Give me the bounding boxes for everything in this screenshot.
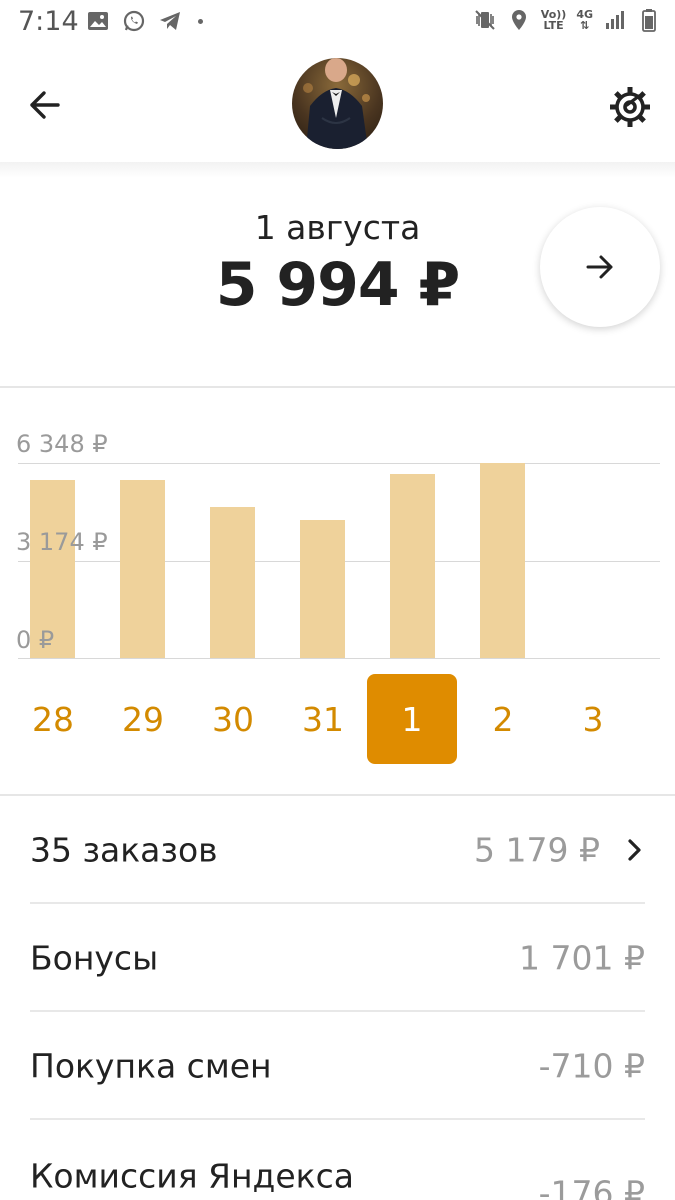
grid-line — [18, 658, 660, 659]
row-divider — [30, 1010, 645, 1012]
avatar[interactable] — [292, 58, 383, 149]
chart-bar[interactable] — [210, 507, 255, 658]
system-icons: Vo)) LTE 4G ⇅ — [473, 8, 661, 32]
day-3[interactable]: 3 — [548, 674, 638, 764]
chevron-right-icon — [628, 839, 641, 861]
next-day-button[interactable] — [540, 207, 660, 327]
4g-icon: 4G ⇅ — [576, 8, 593, 32]
chart-divider — [0, 794, 675, 796]
summary-divider — [0, 386, 675, 388]
day-selector: 28 29 30 31 1 2 3 — [0, 674, 675, 764]
row-value: 5 179 ₽ — [474, 830, 600, 870]
chart-bar[interactable] — [300, 520, 345, 658]
header-shadow — [0, 162, 675, 178]
dot-icon — [198, 18, 203, 24]
status-bar: 7:14 Vo)) LTE 4G ⇅ — [0, 0, 675, 44]
day-31[interactable]: 31 — [278, 674, 368, 764]
yandex-commission-row: Комиссия Яндекса -176 ₽ — [30, 1121, 645, 1200]
arrow-right-icon — [586, 255, 613, 279]
location-icon — [511, 10, 526, 30]
grid-line — [18, 463, 660, 464]
chart-bar[interactable] — [390, 474, 435, 658]
day-30[interactable]: 30 — [188, 674, 278, 764]
row-value: 1 701 ₽ — [519, 938, 645, 978]
row-value: -176 ₽ — [538, 1173, 645, 1200]
arrow-left-icon[interactable] — [22, 82, 68, 128]
orders-row[interactable]: 35 заказов 5 179 ₽ — [30, 797, 645, 903]
notification-icons — [86, 9, 203, 33]
row-divider — [30, 902, 645, 904]
battery-icon — [642, 9, 656, 32]
day-29[interactable]: 29 — [98, 674, 188, 764]
day-1[interactable]: 1 — [367, 674, 457, 764]
chart-bar[interactable] — [480, 463, 525, 658]
whatsapp-icon — [123, 10, 145, 32]
row-value: -710 ₽ — [538, 1046, 645, 1086]
row-divider — [30, 1118, 645, 1120]
row-label: 35 заказов — [30, 830, 218, 870]
telegram-icon — [160, 12, 180, 30]
chart-bar[interactable] — [120, 480, 165, 658]
avatar-photo — [292, 58, 383, 149]
day-2[interactable]: 2 — [458, 674, 548, 764]
vibrate-icon — [475, 10, 495, 30]
app-header — [0, 44, 675, 162]
shift-purchase-row: Покупка смен -710 ₽ — [30, 1013, 645, 1119]
day-28[interactable]: 28 — [8, 674, 98, 764]
row-label: Комиссия Яндекса — [30, 1156, 354, 1196]
bonuses-row: Бонусы 1 701 ₽ — [30, 905, 645, 1011]
row-label: Бонусы — [30, 938, 159, 978]
signal-icon — [606, 11, 624, 29]
y-tick-label: 0 ₽ — [16, 626, 55, 654]
volte-icon: Vo)) LTE — [540, 8, 567, 32]
row-label: Покупка смен — [30, 1046, 272, 1086]
y-tick-label: 3 174 ₽ — [16, 528, 108, 556]
gear-icon[interactable] — [605, 82, 655, 132]
image-icon — [88, 12, 108, 30]
status-time: 7:14 — [18, 6, 79, 37]
earnings-chart: 6 348 ₽ 3 174 ₽ 0 ₽ — [0, 420, 675, 670]
y-tick-label: 6 348 ₽ — [16, 430, 108, 458]
